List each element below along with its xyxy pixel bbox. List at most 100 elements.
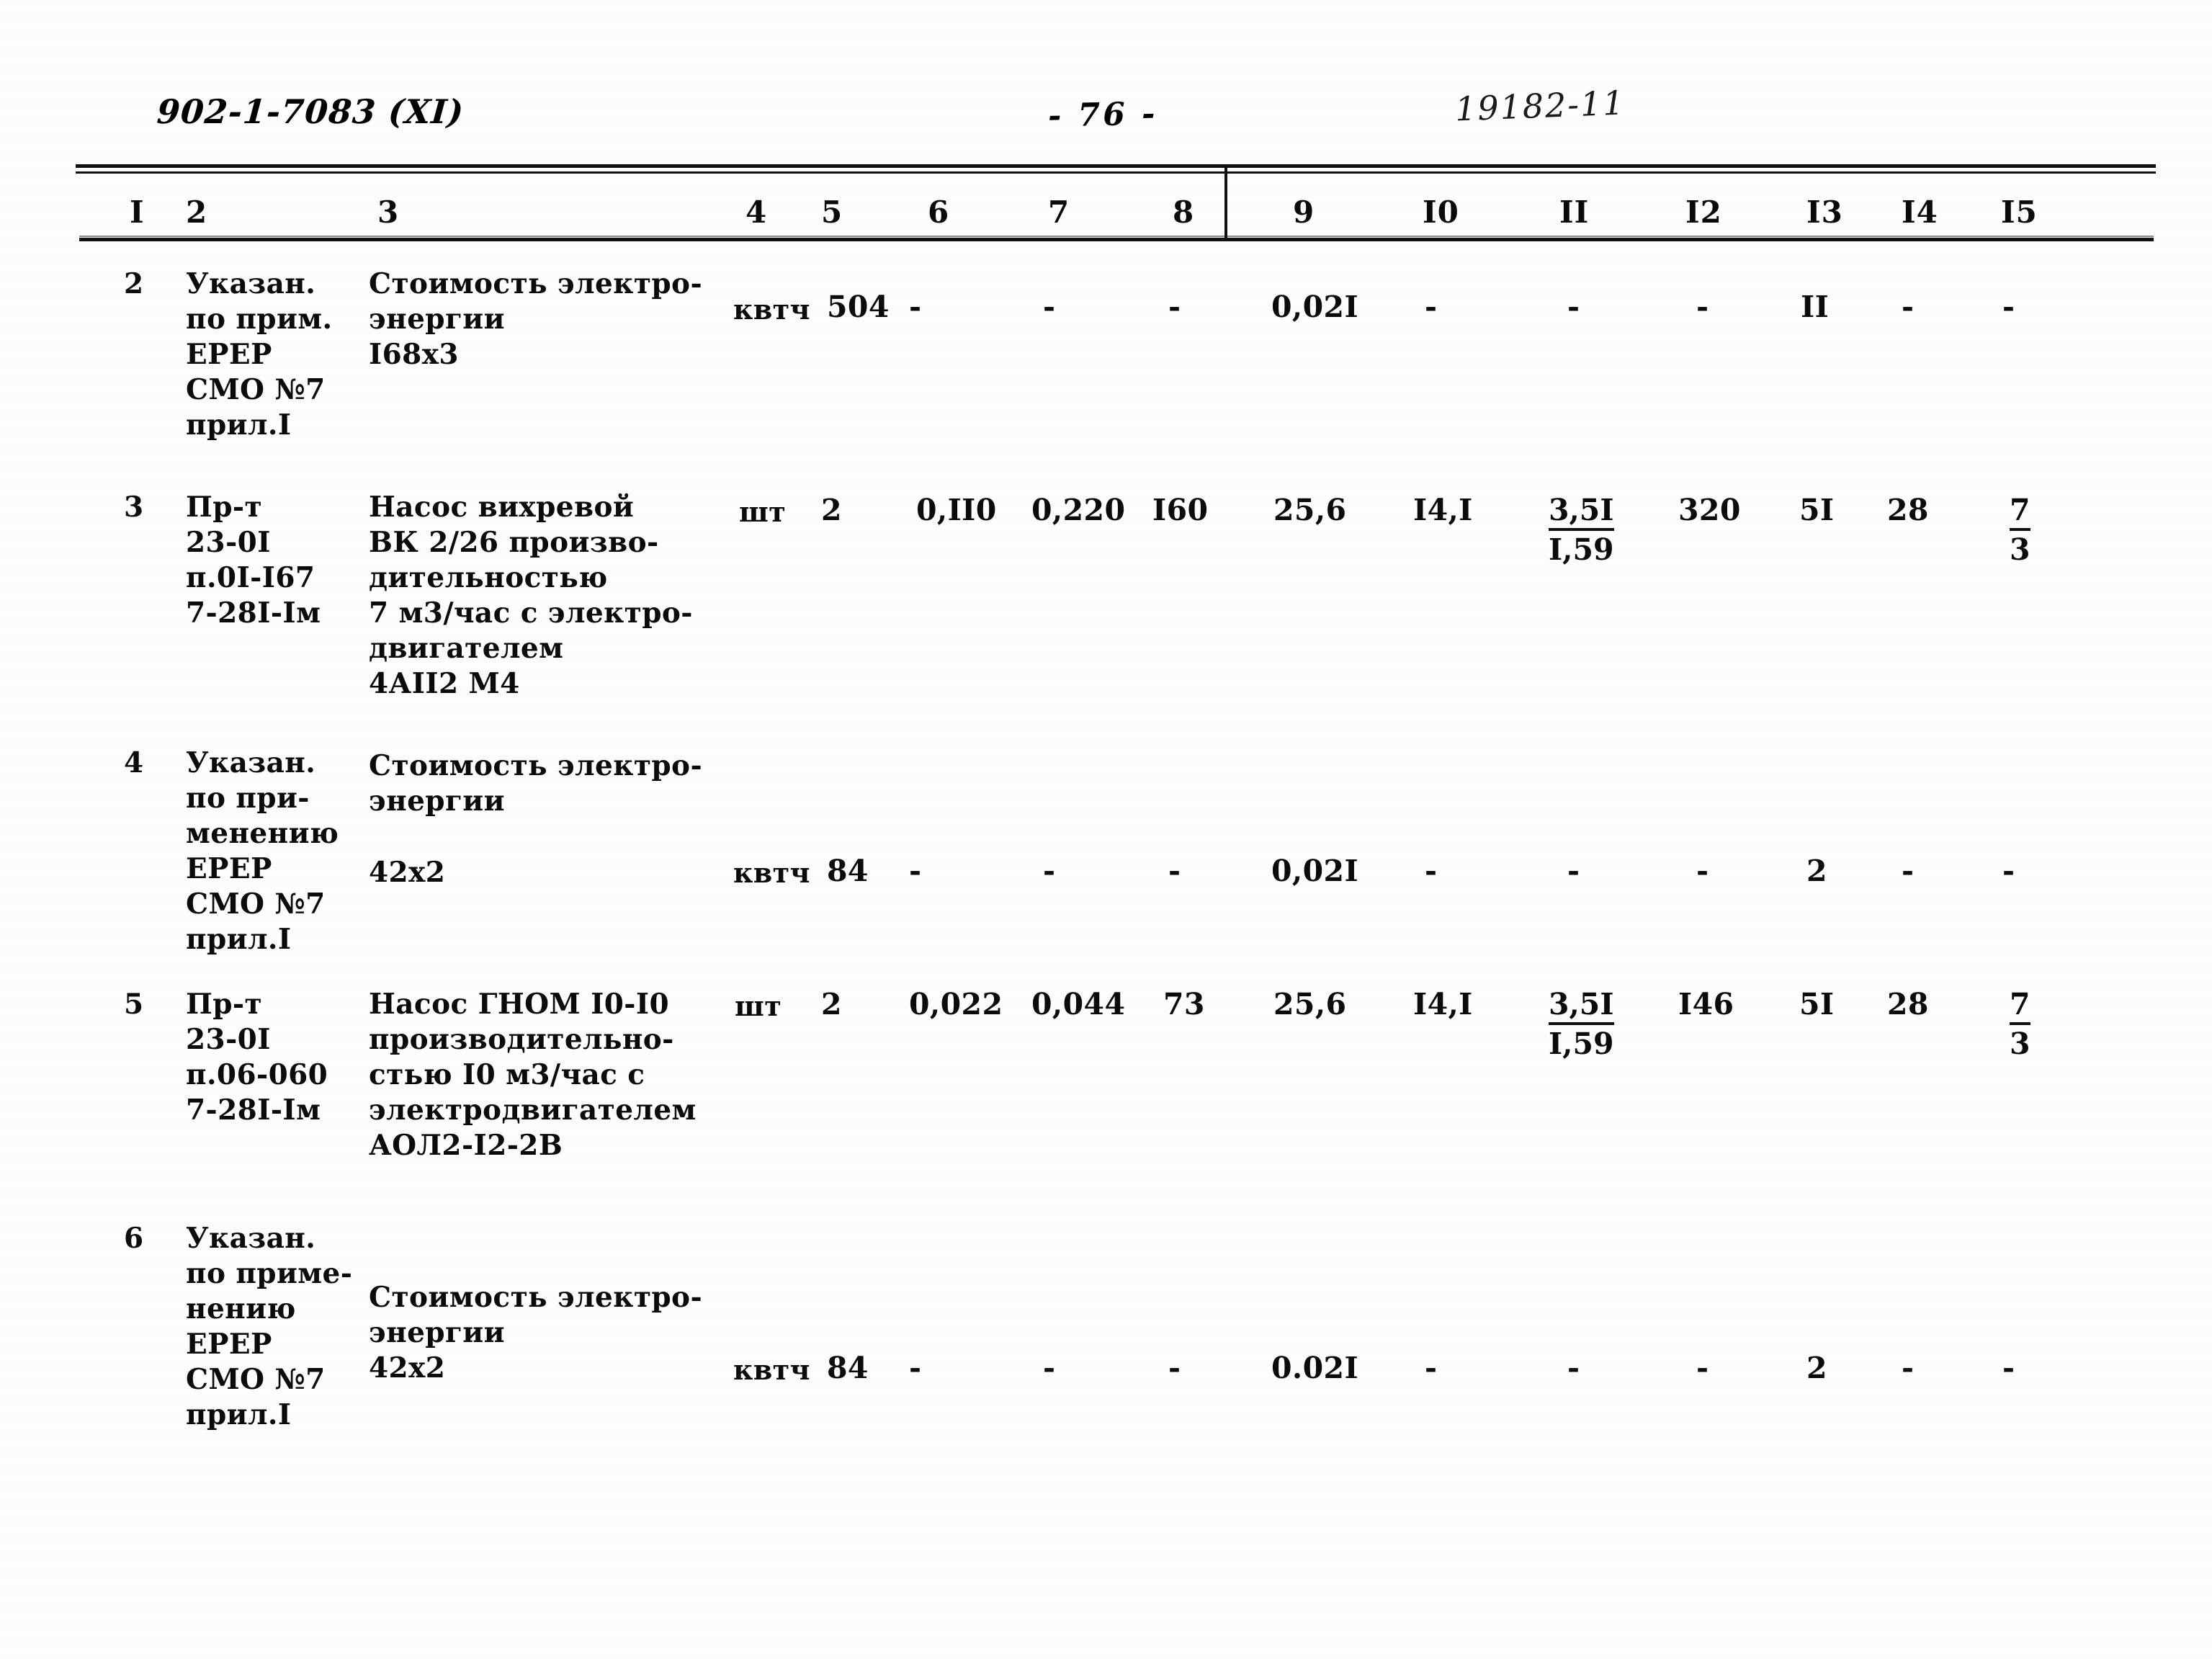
row-col11-numerator: 3,5I bbox=[1549, 987, 1614, 1025]
row-col12: - bbox=[1696, 1351, 1709, 1385]
column-header-15: I5 bbox=[2001, 194, 2038, 230]
row-description: Насос вихревой ВК 2/26 произво- дительно… bbox=[369, 491, 693, 700]
page-number: - 76 - bbox=[1047, 95, 1158, 135]
row-col9: 0,02I bbox=[1271, 854, 1359, 888]
column-header-5: 5 bbox=[821, 194, 843, 230]
row-col8: - bbox=[1168, 854, 1181, 888]
row-reference: Указан. по приме- нению ЕРЕР СМО №7 прил… bbox=[186, 1222, 353, 1431]
row-col15-denominator: 3 bbox=[2010, 532, 2030, 567]
row-col14: - bbox=[1902, 1351, 1915, 1385]
row-col11-fraction: 3,5I I,59 bbox=[1549, 493, 1614, 567]
row-number: 4 bbox=[124, 746, 144, 779]
column-header-10: I0 bbox=[1423, 194, 1459, 230]
row-col11: - bbox=[1567, 290, 1580, 324]
table-top-rule bbox=[76, 164, 2156, 168]
row-unit: квтч bbox=[733, 857, 810, 889]
column-header-8: 8 bbox=[1173, 194, 1195, 230]
row-col10: - bbox=[1425, 1351, 1438, 1385]
row-col5: 504 bbox=[827, 290, 890, 324]
row-col9: 25,6 bbox=[1273, 493, 1347, 527]
row-number: 2 bbox=[124, 267, 144, 300]
row-col8: - bbox=[1168, 290, 1181, 324]
row-col6: - bbox=[909, 854, 922, 888]
row-col10: - bbox=[1425, 854, 1438, 888]
row-col8: - bbox=[1168, 1351, 1181, 1385]
row-col5: 84 bbox=[827, 854, 869, 888]
row-col6: - bbox=[909, 290, 922, 324]
row-reference: Пр-т 23-0I п.06-060 7-28I-Iм bbox=[186, 988, 328, 1127]
column-header-11: II bbox=[1559, 194, 1590, 230]
row-col15: - bbox=[2002, 854, 2015, 888]
row-col15-numerator: 7 bbox=[2010, 987, 2030, 1025]
row-reference: Указан. по прим. ЕРЕР СМО №7 прил.I bbox=[186, 267, 333, 442]
table-header-rule bbox=[79, 236, 2154, 241]
row-description: Стоимость электро- энергии bbox=[369, 1281, 703, 1349]
row-col12: - bbox=[1696, 290, 1709, 324]
row-col7: 0,220 bbox=[1031, 493, 1126, 527]
row-col7: 0,044 bbox=[1031, 987, 1126, 1021]
row-description-calc: 42х2 bbox=[369, 856, 446, 889]
page-header: 902-1-7083 (XI) - 76 - 19182-11 bbox=[0, 83, 2212, 143]
row-col15-denominator: 3 bbox=[2010, 1027, 2030, 1061]
row-col9: 0,02I bbox=[1271, 290, 1359, 324]
row-col14: - bbox=[1902, 290, 1915, 324]
table-top-rule-2 bbox=[76, 171, 2156, 174]
row-col13: 2 bbox=[1806, 1351, 1827, 1385]
row-col15: - bbox=[2002, 1351, 2015, 1385]
row-col13: II bbox=[1801, 290, 1830, 324]
column-header-4: 4 bbox=[745, 194, 768, 230]
row-col8: I60 bbox=[1152, 493, 1209, 527]
row-col14: 28 bbox=[1887, 493, 1929, 527]
row-description-calc: 42х2 bbox=[369, 1351, 446, 1385]
row-col12: 320 bbox=[1678, 493, 1741, 527]
row-unit: квтч bbox=[733, 1354, 810, 1386]
row-col14: - bbox=[1902, 854, 1915, 888]
row-col5: 84 bbox=[827, 1351, 869, 1385]
handwritten-stamp: 19182-11 bbox=[1454, 83, 1626, 129]
document-id: 902-1-7083 (XI) bbox=[156, 92, 465, 131]
column-header-12: I2 bbox=[1685, 194, 1722, 230]
row-description: Стоимость электро- энергии bbox=[369, 749, 703, 818]
row-col5: 2 bbox=[821, 493, 842, 527]
column-header-1: I bbox=[130, 194, 145, 230]
row-col11-numerator: 3,5I bbox=[1549, 493, 1614, 531]
column-header-2: 2 bbox=[186, 194, 208, 230]
row-col12: - bbox=[1696, 854, 1709, 888]
column-header-6: 6 bbox=[928, 194, 950, 230]
row-col12: I46 bbox=[1678, 987, 1734, 1021]
document-page: 902-1-7083 (XI) - 76 - 19182-11 I 2 3 4 … bbox=[0, 0, 2212, 1659]
row-col6: 0,022 bbox=[909, 987, 1003, 1021]
row-reference: Пр-т 23-0I п.0I-I67 7-28I-Iм bbox=[186, 491, 321, 630]
row-col15-numerator: 7 bbox=[2010, 493, 2030, 531]
row-col11: - bbox=[1567, 854, 1580, 888]
row-number: 3 bbox=[124, 491, 144, 524]
row-unit: шт bbox=[735, 990, 782, 1022]
row-col10: I4,I bbox=[1413, 493, 1473, 527]
row-col15-fraction: 7 3 bbox=[2010, 493, 2030, 567]
row-unit: квтч bbox=[733, 293, 810, 326]
row-col13: 5I bbox=[1799, 987, 1835, 1021]
row-col8: 73 bbox=[1163, 987, 1205, 1021]
row-col11-denominator: I,59 bbox=[1549, 532, 1614, 567]
row-number: 6 bbox=[124, 1222, 144, 1255]
row-col10: - bbox=[1425, 290, 1438, 324]
row-col7: - bbox=[1043, 854, 1056, 888]
row-reference: Указан. по при- менению ЕРЕР СМО №7 прил… bbox=[186, 746, 339, 956]
row-col13: 5I bbox=[1799, 493, 1835, 527]
column-header-9: 9 bbox=[1293, 194, 1315, 230]
row-description: Стоимость электро- энергии I68х3 bbox=[369, 267, 703, 371]
row-col7: - bbox=[1043, 290, 1056, 324]
column-header-3: 3 bbox=[377, 194, 400, 230]
row-col15-fraction: 7 3 bbox=[2010, 987, 2030, 1061]
row-col10: I4,I bbox=[1413, 987, 1473, 1021]
row-col9: 25,6 bbox=[1273, 987, 1347, 1021]
row-description: Насос ГНОМ I0-I0 производительно- стью I… bbox=[369, 988, 697, 1162]
row-number: 5 bbox=[124, 988, 144, 1021]
row-col6: 0,II0 bbox=[916, 493, 997, 527]
row-col6: - bbox=[909, 1351, 922, 1385]
row-col7: - bbox=[1043, 1351, 1056, 1385]
row-unit: шт bbox=[739, 496, 787, 528]
column-header-14: I4 bbox=[1902, 194, 1938, 230]
row-col14: 28 bbox=[1887, 987, 1929, 1021]
header-vertical-separator bbox=[1224, 164, 1227, 240]
